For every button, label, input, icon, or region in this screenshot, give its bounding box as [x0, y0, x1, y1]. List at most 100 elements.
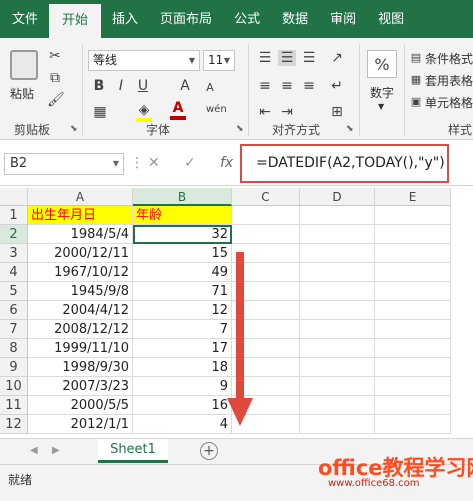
table-cell[interactable]: 2004/4/12 — [28, 301, 133, 320]
font-size-select[interactable]: 11 ▼ — [203, 50, 235, 71]
bold-button[interactable]: B — [92, 78, 106, 94]
table-cell[interactable]: 2000/5/5 — [28, 396, 133, 415]
column-header[interactable]: D — [300, 188, 375, 206]
row-header[interactable]: 12 — [0, 415, 28, 434]
ribbon-tab[interactable]: 公式 — [223, 0, 271, 38]
table-cell[interactable] — [300, 282, 375, 301]
insert-function-button[interactable]: fx — [220, 155, 233, 171]
row-header[interactable]: 5 — [0, 282, 28, 301]
row-header[interactable]: 6 — [0, 301, 28, 320]
table-cell[interactable]: 15 — [133, 244, 232, 263]
alignment-launcher-icon[interactable]: ⬊ — [346, 124, 354, 134]
table-cell[interactable] — [300, 415, 375, 434]
column-header[interactable]: A — [28, 188, 133, 206]
table-cell[interactable] — [375, 282, 451, 301]
table-cell[interactable] — [300, 396, 375, 415]
table-cell[interactable]: 1999/11/10 — [28, 339, 133, 358]
format-table-button[interactable]: 套用表格 — [425, 72, 473, 89]
format-painter-icon[interactable]: 🖌 — [47, 92, 65, 108]
grow-font-icon[interactable]: A — [178, 78, 192, 94]
decrease-indent-icon[interactable]: ⇤ — [256, 104, 274, 120]
row-header[interactable]: 1 — [0, 206, 28, 225]
table-cell[interactable]: 12 — [133, 301, 232, 320]
select-all-corner[interactable] — [0, 188, 28, 206]
table-cell[interactable] — [300, 377, 375, 396]
table-cell[interactable]: 1967/10/12 — [28, 263, 133, 282]
table-cell[interactable] — [300, 206, 375, 225]
wrap-text-icon[interactable]: ↵ — [328, 78, 346, 94]
ribbon-tab[interactable]: 审阅 — [319, 0, 367, 38]
shrink-font-icon[interactable]: A — [204, 80, 216, 96]
font-name-select[interactable]: 等线 ▼ — [88, 50, 200, 71]
table-cell[interactable]: 2008/12/12 — [28, 320, 133, 339]
table-cell[interactable]: 7 — [133, 320, 232, 339]
ribbon-tab[interactable]: 文件 — [0, 0, 49, 38]
ribbon-tab[interactable]: 视图 — [367, 0, 415, 38]
clipboard-launcher-icon[interactable]: ⬊ — [70, 124, 78, 134]
table-cell[interactable]: 1998/9/30 — [28, 358, 133, 377]
column-header[interactable]: B — [133, 188, 232, 206]
align-middle-icon[interactable]: ☰ — [278, 50, 296, 66]
table-cell[interactable] — [232, 225, 300, 244]
table-cell[interactable] — [232, 206, 300, 225]
table-cell[interactable]: 年龄 — [133, 206, 232, 225]
table-cell[interactable] — [375, 206, 451, 225]
ribbon-tab[interactable]: 插入 — [101, 0, 149, 38]
border-icon[interactable]: ▦ — [92, 104, 108, 120]
table-cell[interactable]: 2000/12/11 — [28, 244, 133, 263]
table-cell[interactable] — [300, 244, 375, 263]
table-cell[interactable] — [375, 301, 451, 320]
active-cell[interactable]: 32 — [133, 225, 232, 244]
table-cell[interactable] — [375, 358, 451, 377]
column-header[interactable]: C — [232, 188, 300, 206]
increase-indent-icon[interactable]: ⇥ — [278, 104, 296, 120]
paste-button[interactable]: 粘贴 — [10, 85, 34, 102]
ribbon-tab[interactable]: 开始 — [49, 4, 102, 38]
merge-center-icon[interactable]: ⊞ — [328, 104, 346, 120]
table-cell[interactable]: 1984/5/4 — [28, 225, 133, 244]
ribbon-tab[interactable]: 页面布局 — [149, 0, 223, 38]
table-cell[interactable] — [375, 225, 451, 244]
cancel-icon[interactable]: ✕ — [148, 155, 160, 171]
number-format-button[interactable]: 数字 — [370, 84, 394, 101]
table-cell[interactable] — [375, 320, 451, 339]
cell-styles-button[interactable]: 单元格格 — [425, 94, 473, 111]
table-cell[interactable] — [300, 263, 375, 282]
enter-icon[interactable]: ✓ — [184, 155, 196, 171]
align-top-icon[interactable]: ☰ — [256, 50, 274, 66]
align-bottom-icon[interactable]: ☰ — [300, 50, 318, 66]
name-box[interactable]: B2 ▼ — [4, 153, 124, 175]
formula-input[interactable]: =DATEDIF(A2,TODAY(),"y") — [240, 144, 449, 183]
table-cell[interactable] — [300, 339, 375, 358]
table-cell[interactable]: 1945/9/8 — [28, 282, 133, 301]
format-table-icon[interactable]: ▦ — [409, 72, 423, 88]
align-right-icon[interactable]: ≡ — [300, 78, 318, 94]
table-cell[interactable] — [375, 396, 451, 415]
table-cell[interactable] — [375, 415, 451, 434]
cell-styles-icon[interactable]: ▣ — [409, 94, 423, 110]
table-cell[interactable] — [300, 358, 375, 377]
row-header[interactable]: 7 — [0, 320, 28, 339]
fill-color-icon[interactable]: ◈ — [136, 102, 152, 122]
table-cell[interactable] — [300, 301, 375, 320]
percent-icon[interactable]: % — [367, 50, 397, 78]
row-header[interactable]: 9 — [0, 358, 28, 377]
cut-icon[interactable]: ✂ — [47, 48, 63, 64]
row-header[interactable]: 11 — [0, 396, 28, 415]
scroll-right-icon[interactable]: ▶ — [52, 443, 60, 459]
table-cell[interactable]: 49 — [133, 263, 232, 282]
orientation-icon[interactable]: ↗ — [328, 50, 346, 66]
table-cell[interactable] — [375, 244, 451, 263]
sheet-tab-sheet1[interactable]: Sheet1 — [98, 439, 168, 463]
row-header[interactable]: 10 — [0, 377, 28, 396]
scroll-left-icon[interactable]: ◀ — [30, 443, 38, 459]
font-color-icon[interactable]: A — [170, 100, 186, 120]
row-header[interactable]: 4 — [0, 263, 28, 282]
phonetic-icon[interactable]: wén — [206, 102, 227, 118]
table-cell[interactable]: 71 — [133, 282, 232, 301]
conditional-format-button[interactable]: 条件格式 — [425, 50, 473, 67]
column-header[interactable]: E — [375, 188, 451, 206]
table-cell[interactable]: 出生年月日 — [28, 206, 133, 225]
table-cell[interactable]: 17 — [133, 339, 232, 358]
table-cell[interactable]: 2007/3/23 — [28, 377, 133, 396]
